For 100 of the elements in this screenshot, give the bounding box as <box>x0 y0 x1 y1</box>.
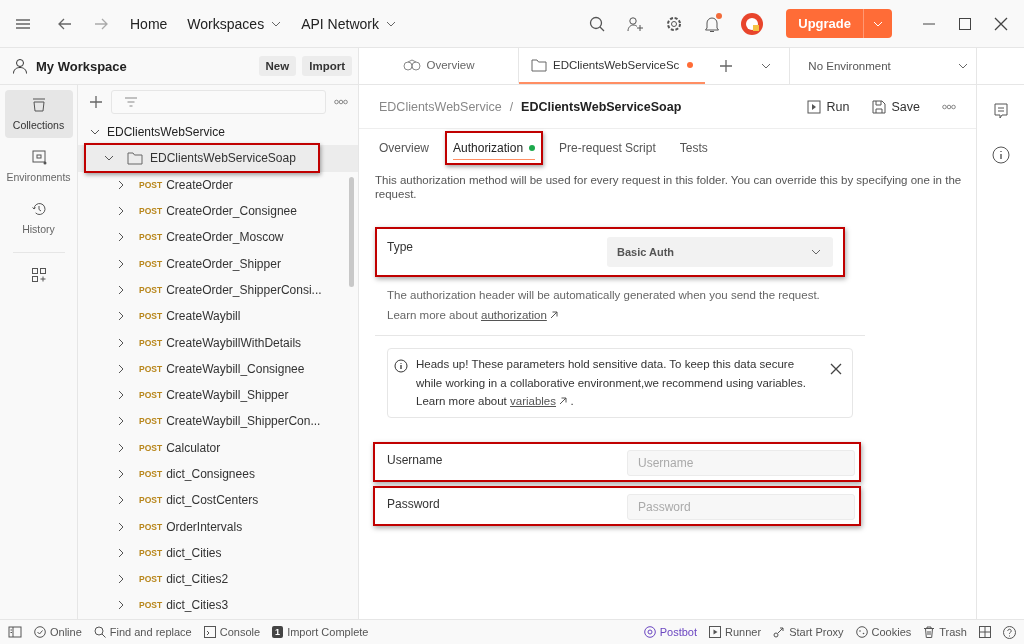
content-tab[interactable]: Authorization <box>453 136 536 160</box>
more-icon[interactable] <box>334 99 348 105</box>
content-tab[interactable]: Overview <box>379 136 429 160</box>
breadcrumb-link[interactable]: EDClientsWebService <box>379 99 502 114</box>
add-icon[interactable] <box>89 95 103 109</box>
run-icon[interactable] <box>806 99 821 114</box>
chevron-right-icon[interactable] <box>118 337 124 348</box>
method-label: POST <box>139 521 163 532</box>
bell-icon[interactable] <box>704 14 721 33</box>
tree-item[interactable]: dict_Cities2 <box>166 572 229 587</box>
status-item[interactable]: Cookies <box>871 626 912 638</box>
tree-item[interactable]: CreateWaybill_ShipperCon... <box>166 414 321 429</box>
chevron-right-icon[interactable] <box>118 574 124 585</box>
nav-link[interactable]: API Network <box>301 15 379 32</box>
status-item[interactable]: Find and replace <box>109 626 192 638</box>
status-item[interactable]: Console <box>219 626 261 638</box>
content-tab[interactable]: Tests <box>679 136 708 160</box>
auth-type-dropdown[interactable]: Basic Auth <box>607 237 833 267</box>
tree-item[interactable]: CreateOrder_Shipper <box>166 256 281 271</box>
add-user-icon[interactable] <box>627 15 645 32</box>
comment-icon[interactable] <box>992 103 1009 119</box>
run-button[interactable]: Run <box>826 99 850 114</box>
chevron-right-icon[interactable] <box>118 521 124 532</box>
tree-item[interactable]: CreateOrder_Consignee <box>166 204 297 219</box>
add-widgets-icon[interactable] <box>30 267 47 283</box>
sidebar-toggle-icon[interactable] <box>8 626 22 638</box>
tree-item[interactable]: CreateOrder <box>166 177 233 192</box>
chevron-right-icon[interactable] <box>118 390 124 401</box>
workspace-button[interactable]: New <box>258 56 297 76</box>
chevron-right-icon[interactable] <box>118 311 124 322</box>
back-icon[interactable] <box>58 17 72 30</box>
new-tab-icon[interactable] <box>719 59 734 73</box>
avatar-icon[interactable] <box>740 11 765 36</box>
settings-icon[interactable] <box>666 15 683 32</box>
external-link-icon <box>550 311 559 319</box>
workspace-button[interactable]: Import <box>302 56 352 76</box>
tree-item[interactable]: dict_CostCenters <box>166 493 259 508</box>
status-item[interactable]: Start Proxy <box>789 626 844 638</box>
chevron-right-icon[interactable] <box>118 363 124 374</box>
caret-icon[interactable] <box>271 20 282 27</box>
chevron-right-icon[interactable] <box>118 284 124 295</box>
maximize-icon[interactable] <box>958 16 972 31</box>
chevron-right-icon[interactable] <box>118 600 124 611</box>
folder-icon <box>127 151 143 165</box>
layout-icon[interactable] <box>979 626 991 638</box>
input-field[interactable]: Username <box>627 449 855 476</box>
close-icon[interactable] <box>830 363 842 375</box>
environment-selector[interactable]: No Environment <box>789 48 977 84</box>
tree-item[interactable]: CreateOrder_ShipperConsi... <box>166 282 322 297</box>
content-tab[interactable]: Pre-request Script <box>559 136 656 160</box>
caret-icon[interactable] <box>385 20 396 27</box>
save-icon[interactable] <box>871 99 886 114</box>
sidebar-tab[interactable]: History <box>4 194 73 242</box>
chevron-right-icon[interactable] <box>118 547 124 558</box>
status-item[interactable]: Runner <box>725 626 762 638</box>
chevron-right-icon[interactable] <box>118 258 124 269</box>
tree-item[interactable]: EDClientsWebService <box>107 125 225 140</box>
chevron-right-icon[interactable] <box>118 206 124 217</box>
tree-item[interactable]: CreateOrder_Moscow <box>166 230 284 245</box>
tree-item[interactable]: OrderIntervals <box>166 519 243 534</box>
chevron-right-icon[interactable] <box>118 232 124 243</box>
close-icon[interactable] <box>994 16 1008 31</box>
chevron-right-icon[interactable] <box>118 179 124 190</box>
alert-text: Heads up! These parameters hold sensitive data. To keep this data secure while working in a collaborative environment,we recommend using variables. Learn more about variables . <box>416 357 807 409</box>
status-item[interactable]: Postbot <box>659 626 698 638</box>
more-icon[interactable] <box>942 103 956 110</box>
tree-item[interactable]: dict_Cities3 <box>166 598 229 613</box>
tree-item[interactable]: dict_Consignees <box>166 467 255 481</box>
status-item[interactable]: Online <box>50 626 82 638</box>
variables-link[interactable]: variables <box>510 395 556 407</box>
help-icon[interactable] <box>1003 625 1016 639</box>
chevron-down-icon[interactable] <box>90 129 100 136</box>
status-item[interactable]: Import Complete <box>287 626 369 638</box>
chevron-right-icon[interactable] <box>118 495 124 506</box>
chevron-down-icon[interactable] <box>104 155 114 162</box>
menu-icon[interactable] <box>16 18 30 29</box>
chevron-right-icon[interactable] <box>118 442 124 453</box>
status-item[interactable]: Trash <box>939 626 967 638</box>
editor-tab[interactable]: EDClientsWebServiceSc <box>519 48 706 84</box>
chevron-right-icon[interactable] <box>118 469 124 479</box>
nav-link[interactable]: Home <box>130 15 168 32</box>
chevron-right-icon[interactable] <box>118 416 124 427</box>
caret-icon[interactable] <box>761 63 772 69</box>
tree-item[interactable]: CreateWaybillWithDetails <box>166 335 302 350</box>
sidebar-tab[interactable]: Collections <box>4 90 73 138</box>
nav-link[interactable]: Workspaces <box>187 15 265 32</box>
sidebar-tab[interactable]: Environments <box>4 142 73 190</box>
search-icon[interactable] <box>589 15 606 32</box>
input-field[interactable]: Password <box>627 493 855 520</box>
tree-item[interactable]: CreateWaybill <box>166 309 241 324</box>
filter-field[interactable] <box>111 90 326 114</box>
authorization-link[interactable]: authorization <box>481 309 547 321</box>
editor-tab[interactable]: Overview <box>359 48 519 84</box>
tree-item[interactable]: Calculator <box>166 440 221 455</box>
save-button[interactable]: Save <box>891 99 920 114</box>
tree-item[interactable]: dict_Cities <box>166 545 222 560</box>
tree-item[interactable]: CreateWaybill_Shipper <box>166 388 289 403</box>
info-icon[interactable] <box>991 146 1010 164</box>
tree-item[interactable]: CreateWaybill_Consignee <box>166 361 305 376</box>
workspace-title: My Workspace <box>36 58 127 74</box>
